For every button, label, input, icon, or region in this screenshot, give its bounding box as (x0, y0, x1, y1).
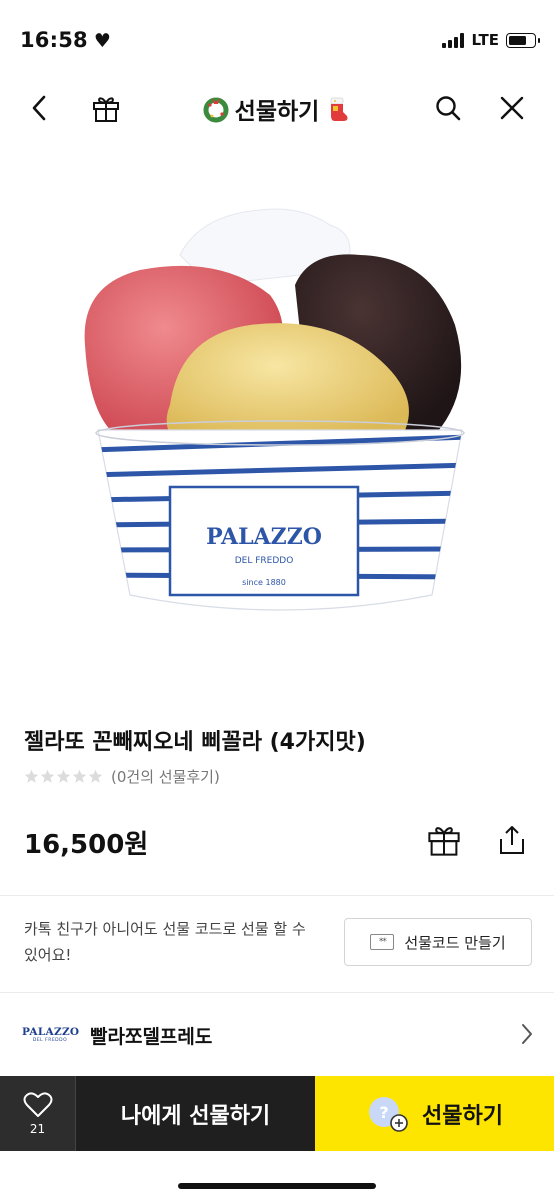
create-gift-code-button[interactable]: ** 선물코드 만들기 (344, 918, 532, 966)
status-time: 16:58 ♥ (20, 28, 111, 52)
product-title: 젤라또 꼰빼찌오네 삐꼴라 (4가지맛) (24, 730, 366, 755)
price-actions (426, 822, 530, 858)
create-gift-code-label: 선물코드 만들기 (404, 933, 506, 952)
friend-icon-text: ? (379, 1103, 388, 1122)
search-icon (436, 96, 461, 121)
brand-logo-text: PALAZZO (22, 1026, 80, 1038)
brand-logo: PALAZZO DEL FREDDO (22, 1026, 80, 1043)
status-bar: 16:58 ♥ LTE (0, 0, 554, 78)
signal-icon (442, 32, 465, 48)
heart-status-icon: ♥ (93, 30, 112, 52)
friend-add-icon: ? (369, 1096, 408, 1132)
wish-count: 21 (29, 1121, 46, 1136)
gift-to-self-button[interactable]: 나에게 선물하기 (76, 1076, 315, 1151)
gift-code-icon: ** (370, 934, 395, 950)
rating-row[interactable]: (0건의 선물후기) (24, 766, 220, 787)
cup-since-text: since 1880 (242, 578, 286, 587)
section-divider (0, 895, 554, 896)
gift-to-friend-button[interactable]: ? 선물하기 (315, 1076, 554, 1151)
home-indicator[interactable] (178, 1183, 376, 1189)
battery-fill (509, 35, 526, 45)
product-price: 16,500원 (24, 830, 149, 860)
top-nav: 선물하기 (0, 78, 554, 138)
wreath-icon (203, 97, 229, 123)
bottom-action-bar: 21 나에게 선물하기 ? 선물하기 (0, 1076, 554, 1151)
brand-name: 빨라쪼델프레도 (90, 1026, 213, 1048)
chevron-right-icon (522, 1024, 532, 1044)
star-icon (88, 769, 103, 783)
close-button[interactable] (494, 90, 530, 126)
share-icon (500, 826, 524, 854)
star-icon (72, 769, 87, 783)
close-icon (500, 96, 524, 120)
search-button[interactable] (430, 90, 466, 126)
star-icon (40, 769, 55, 783)
star-icon (24, 769, 39, 783)
cup-brand-text: PALAZZO (206, 524, 322, 550)
gift-to-friend-label: 선물하기 (422, 1103, 503, 1129)
heart-icon (23, 1091, 52, 1117)
wish-button[interactable]: 21 (0, 1076, 76, 1151)
star-icon (56, 769, 71, 783)
share-button[interactable] (494, 822, 530, 858)
status-indicators: LTE (442, 31, 540, 49)
battery-icon (506, 32, 540, 48)
network-type: LTE (471, 31, 499, 49)
section-divider (0, 992, 554, 993)
home-indicator-area (0, 1151, 554, 1200)
brand-row[interactable]: PALAZZO DEL FREDDO 빨라쪼델프레도 (0, 994, 554, 1074)
product-image: PALAZZO DEL FREDDO since 1880 (60, 175, 500, 635)
clock-time: 16:58 (20, 28, 88, 52)
gift-box-icon (428, 827, 460, 856)
cup-sub-brand-text: DEL FREDDO (235, 556, 294, 566)
brand-logo-subtext: DEL FREDDO (32, 1038, 68, 1043)
gift-to-self-label: 나에게 선물하기 (120, 1103, 271, 1129)
page-title: 선물하기 (0, 92, 554, 126)
wrap-gift-button[interactable] (426, 822, 462, 858)
gift-code-description: 카톡 친구가 아니어도 선물 코드로 선물 할 수 있어요! (24, 920, 306, 964)
rating-stars (24, 769, 103, 784)
page-title-text: 선물하기 (234, 99, 320, 125)
review-count: (0건의 선물후기) (111, 768, 220, 786)
gift-sock-icon (330, 97, 348, 121)
